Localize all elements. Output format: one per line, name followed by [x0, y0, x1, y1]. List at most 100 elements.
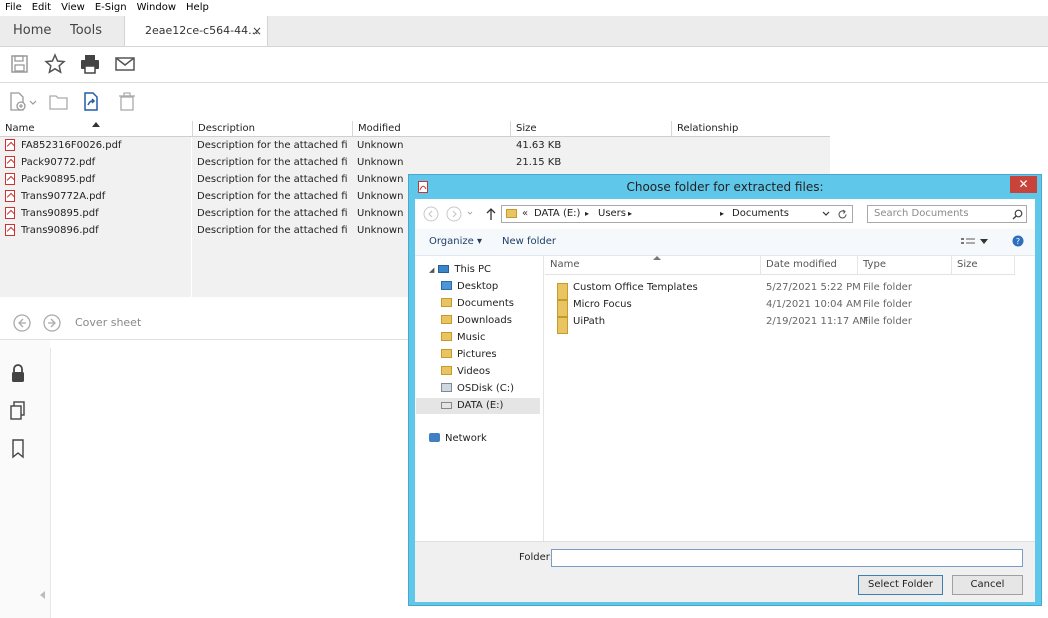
forward-arrow-icon[interactable] — [42, 313, 62, 333]
nav-music[interactable]: Music — [441, 330, 485, 346]
menu-edit[interactable]: Edit — [27, 0, 56, 16]
cancel-button[interactable]: Cancel — [952, 575, 1023, 595]
nav-documents[interactable]: Documents — [441, 296, 514, 312]
column-size[interactable]: Size — [510, 121, 671, 136]
print-icon[interactable] — [79, 53, 101, 75]
recent-locations-chevron-icon[interactable] — [467, 210, 473, 216]
attachment-modified: Unknown — [357, 140, 404, 151]
command-bar: Organize ▾ New folder ? — [415, 229, 1035, 256]
menu-esign[interactable]: E-Sign — [90, 0, 132, 16]
delete-icon[interactable] — [116, 91, 138, 113]
breadcrumb-documents[interactable]: Documents — [732, 206, 789, 222]
search-box[interactable]: Search Documents — [867, 205, 1027, 223]
file-type: File folder — [863, 316, 912, 327]
nav-downloads[interactable]: Downloads — [441, 313, 512, 329]
close-tab-icon[interactable]: × — [252, 16, 262, 46]
breadcrumb-data-drive[interactable]: DATA (E:) — [534, 206, 580, 222]
tab-home[interactable]: Home — [13, 16, 51, 46]
menu-window[interactable]: Window — [132, 0, 181, 16]
breadcrumb-separator-icon[interactable]: ▸ — [720, 206, 724, 222]
address-dropdown-icon[interactable] — [822, 211, 830, 217]
column-relationship[interactable]: Relationship — [671, 121, 830, 136]
attachment-description: Description for the attached file T... — [197, 208, 347, 219]
folder-input[interactable] — [551, 549, 1023, 567]
column-description[interactable]: Description — [192, 121, 352, 136]
attachment-name: Trans90772A.pdf — [21, 191, 106, 202]
nav-this-pc[interactable]: ◢ This PC — [429, 262, 491, 278]
nav-label: OSDisk (C:) — [457, 383, 515, 394]
dialog-close-button[interactable]: ✕ — [1010, 176, 1037, 193]
pages-icon[interactable] — [8, 400, 28, 422]
column-type[interactable]: Type — [857, 256, 951, 274]
attachment-name: FA852316F0026.pdf — [21, 140, 122, 151]
back-icon[interactable] — [423, 206, 439, 222]
attachment-description: Description for the attached file T... — [197, 225, 347, 236]
file-row[interactable]: UiPath 2/19/2021 11:17 AM File folder — [545, 313, 1015, 334]
cover-sheet-label[interactable]: Cover sheet — [75, 306, 141, 339]
tab-tools[interactable]: Tools — [70, 16, 102, 46]
attachment-name: Trans90896.pdf — [21, 225, 99, 236]
nav-network[interactable]: Network — [429, 431, 487, 447]
select-folder-button[interactable]: Select Folder — [858, 575, 943, 595]
email-icon[interactable] — [114, 53, 136, 75]
file-type: File folder — [863, 299, 912, 310]
new-folder-button[interactable]: New folder — [502, 229, 556, 255]
nav-label: This PC — [454, 264, 492, 275]
nav-desktop[interactable]: Desktop — [441, 279, 498, 295]
organize-menu[interactable]: Organize ▾ — [429, 229, 482, 255]
file-date: 5/27/2021 5:22 PM — [766, 282, 861, 293]
attachment-name: Pack90895.pdf — [21, 174, 96, 185]
bookmark-icon[interactable] — [8, 438, 28, 460]
help-icon[interactable]: ? — [1012, 235, 1024, 247]
attachment-size: 21.15 KB — [516, 157, 562, 168]
extract-file-icon[interactable] — [80, 91, 102, 113]
breadcrumb-separator-icon[interactable]: ▸ — [585, 206, 589, 222]
menu-file[interactable]: File — [0, 0, 27, 16]
column-modified[interactable]: Modified — [352, 121, 510, 136]
breadcrumb-separator-icon[interactable]: ▸ — [628, 206, 632, 222]
refresh-icon[interactable] — [837, 209, 848, 220]
breadcrumb-users[interactable]: Users — [598, 206, 626, 222]
pdf-file-icon — [5, 173, 15, 185]
network-icon — [429, 433, 440, 442]
nav-videos[interactable]: Videos — [441, 364, 490, 380]
address-bar[interactable]: « DATA (E:) ▸ Users ▸ ▸ Documents — [501, 205, 853, 223]
menu-help[interactable]: Help — [181, 0, 214, 16]
file-row[interactable]: Micro Focus 4/1/2021 10:04 AM File folde… — [545, 296, 1015, 317]
collapse-icon[interactable]: ◢ — [429, 266, 434, 274]
scroll-left-icon[interactable] — [38, 590, 48, 600]
documents-folder-icon — [441, 298, 452, 307]
search-icon[interactable] — [1012, 209, 1023, 220]
attachments-header: Name Description Modified Size Relations… — [0, 121, 830, 137]
downloads-folder-icon — [441, 315, 452, 324]
file-type: File folder — [863, 282, 912, 293]
column-date-modified[interactable]: Date modified — [760, 256, 857, 274]
star-icon[interactable] — [44, 53, 66, 75]
file-date: 2/19/2021 11:17 AM — [766, 316, 868, 327]
nav-data-drive[interactable]: DATA (E:) — [416, 398, 540, 414]
nav-pictures[interactable]: Pictures — [441, 347, 497, 363]
chevron-down-icon[interactable] — [28, 91, 38, 113]
address-overflow[interactable]: « — [522, 206, 528, 222]
column-size[interactable]: Size — [951, 256, 1015, 274]
view-dropdown-icon[interactable] — [980, 239, 988, 245]
menu-view[interactable]: View — [56, 0, 90, 16]
attachment-row[interactable]: Pack90772.pdf Description for the attach… — [0, 154, 830, 171]
back-arrow-icon[interactable] — [12, 313, 32, 333]
save-icon[interactable] — [9, 53, 31, 75]
dialog-title-bar: Choose folder for extracted files: ✕ — [409, 175, 1041, 199]
drive-icon — [441, 383, 452, 392]
dialog-title: Choose folder for extracted files: — [626, 180, 824, 194]
view-options-icon[interactable] — [961, 237, 975, 247]
up-arrow-icon[interactable] — [485, 207, 497, 221]
nav-osdisk[interactable]: OSDisk (C:) — [441, 381, 514, 397]
add-attachment-icon[interactable] — [7, 91, 29, 113]
file-name: Micro Focus — [573, 299, 632, 310]
forward-icon[interactable] — [446, 206, 462, 222]
file-row[interactable]: Custom Office Templates 5/27/2021 5:22 P… — [545, 279, 1015, 300]
attachment-row[interactable]: FA852316F0026.pdf Description for the at… — [0, 137, 830, 154]
tab-document[interactable]: 2eae12ce-c564-44... × — [124, 16, 268, 46]
pdf-file-icon — [5, 139, 15, 151]
lock-icon[interactable] — [8, 362, 28, 384]
open-folder-icon[interactable] — [48, 91, 70, 113]
